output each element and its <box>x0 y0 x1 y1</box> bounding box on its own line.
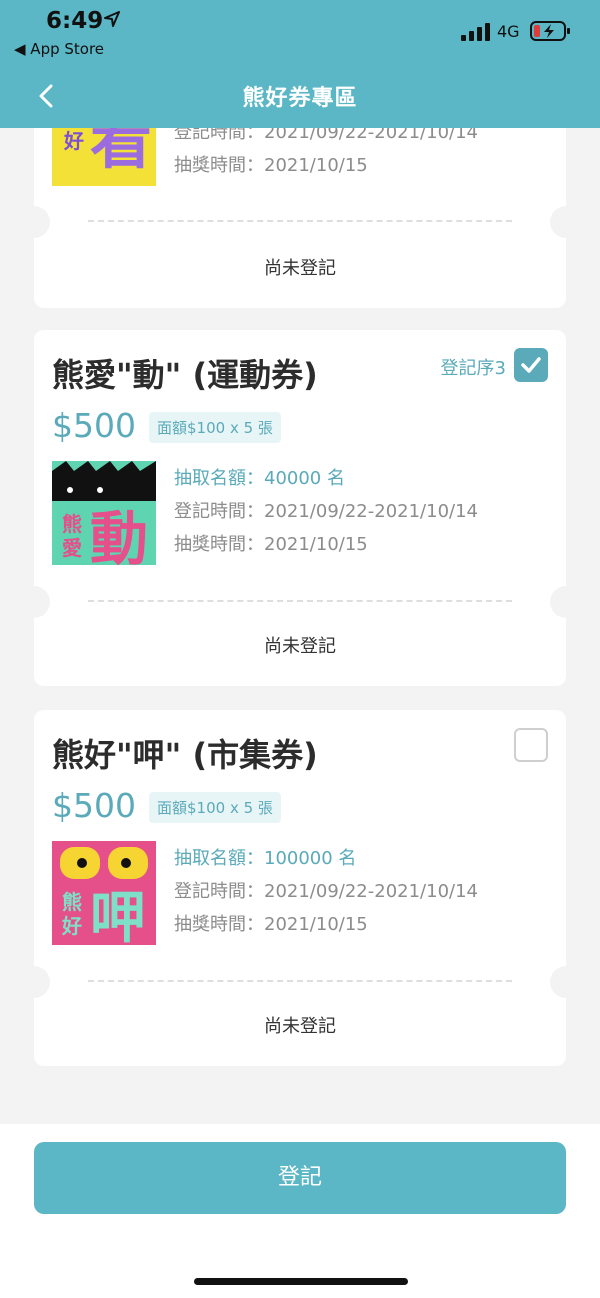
ticket-divider <box>88 980 512 982</box>
quota: 抽取名額：40000 名 <box>174 468 345 489</box>
voucher-thumbnail-market: 熊 好 呷 <box>52 841 156 945</box>
svg-text:愛: 愛 <box>62 536 82 560</box>
voucher-price: $500 <box>52 406 136 445</box>
voucher-card-market[interactable]: 熊好"呷" (市集券) $500 面額$100 x 5 張 熊 好 呷 抽取名額… <box>34 710 566 1066</box>
ticket-notch <box>550 206 566 238</box>
voucher-info: 抽取名額：100000 名 登記時間：2021/09/22-2021/10/14… <box>174 842 478 941</box>
check-icon <box>521 357 541 373</box>
voucher-title: 熊好"呷" (市集券) <box>52 736 318 774</box>
home-indicator[interactable] <box>194 1278 408 1285</box>
draw-time: 抽獎時間：2021/10/15 <box>174 155 368 176</box>
svg-text:熊: 熊 <box>62 890 82 914</box>
back-to-app-store[interactable]: ◀ App Store <box>14 40 104 58</box>
thumb-char: 呷 <box>90 886 146 945</box>
register-time: 登記時間：2021/09/22-2021/10/14 <box>174 501 478 522</box>
battery-icon <box>530 21 570 41</box>
draw-time: 抽獎時間：2021/10/15 <box>174 914 368 935</box>
page-title: 熊好券專區 <box>242 86 358 111</box>
svg-text:熊: 熊 <box>62 512 82 536</box>
quota: 抽取名額：100000 名 <box>174 848 357 869</box>
ticket-notch <box>34 586 50 618</box>
draw-time: 抽獎時間：2021/10/15 <box>174 534 368 555</box>
voucher-thumbnail-sports: 熊 愛 動 <box>52 461 156 565</box>
registration-status: 尚未登記 <box>264 1016 336 1037</box>
voucher-title: 熊愛"動" (運動券) <box>52 356 318 394</box>
header-bar: 6:49 ◀ App Store 4G 熊好券專區 <box>0 0 600 128</box>
select-checkbox[interactable] <box>514 348 548 382</box>
network-type: 4G <box>497 22 520 41</box>
ticket-divider <box>88 220 512 222</box>
registration-status: 尚未登記 <box>264 636 336 657</box>
thumb-char: 動 <box>90 505 148 565</box>
voucher-card-sports[interactable]: 熊愛"動" (運動券) 登記序3 $500 面額$100 x 5 張 熊 愛 動… <box>34 330 566 686</box>
ticket-notch <box>550 586 566 618</box>
signal-icon <box>461 23 490 41</box>
status-time: 6:49 <box>46 8 104 34</box>
registration-order: 登記序3 <box>440 358 506 379</box>
svg-text:好: 好 <box>61 914 82 938</box>
ticket-notch <box>550 966 566 998</box>
voucher-info: 抽取名額：40000 名 登記時間：2021/09/22-2021/10/14 … <box>174 462 478 561</box>
register-time: 登記時間：2021/09/22-2021/10/14 <box>174 881 478 902</box>
ticket-divider <box>88 600 512 602</box>
select-checkbox[interactable] <box>514 728 548 762</box>
ticket-notch <box>34 966 50 998</box>
register-button[interactable]: 登記 <box>34 1142 566 1214</box>
face-value-badge: 面額$100 x 5 張 <box>149 792 281 823</box>
ticket-notch <box>34 206 50 238</box>
face-value-badge: 面額$100 x 5 張 <box>149 412 281 443</box>
svg-text:好: 好 <box>63 129 84 153</box>
location-arrow-icon <box>104 11 120 27</box>
registration-status: 尚未登記 <box>264 258 336 279</box>
voucher-price: $500 <box>52 786 136 825</box>
